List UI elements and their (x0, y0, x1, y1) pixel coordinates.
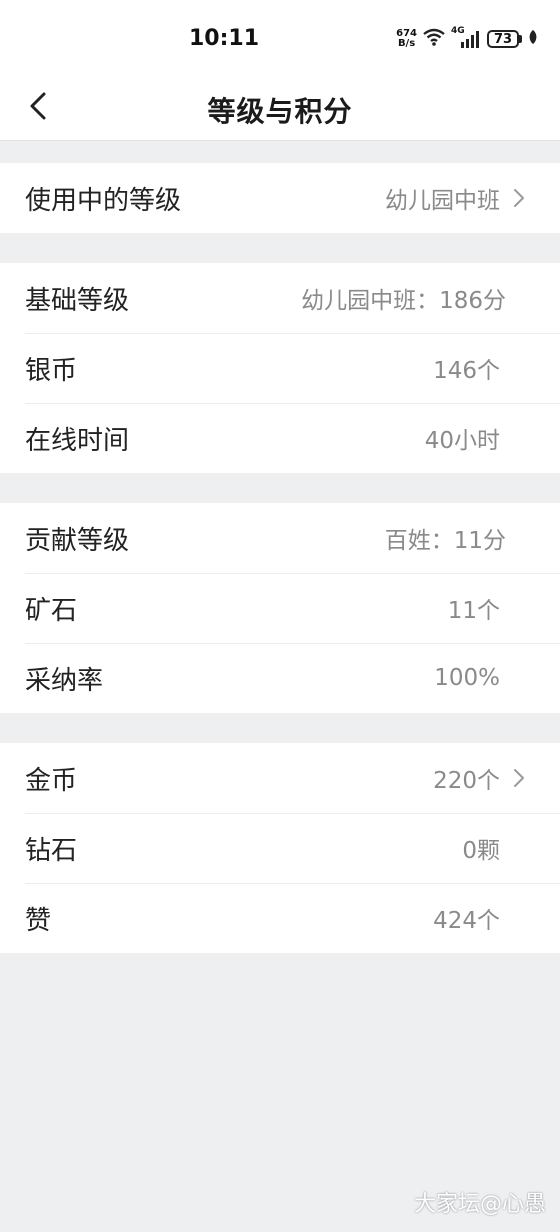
contribution-level-section: 贡献等级 百姓：11分 矿石 11个 采纳率 100% (0, 503, 560, 713)
ore-row: 矿石 11个 (0, 573, 560, 643)
status-bar: 10:11 674 B/s 4G 73 (0, 0, 560, 72)
chevron-right-icon (514, 189, 524, 207)
acceptance-rate-value: 100% (434, 665, 500, 691)
watermark: 大家坛@心愚 (413, 1192, 546, 1217)
network-speed-unit: B/s (397, 38, 416, 49)
contribution-level-value: 百姓：11分 (384, 528, 506, 554)
silver-coin-row: 银币 146个 (0, 333, 560, 403)
leaf-icon (528, 29, 538, 49)
current-level-row[interactable]: 使用中的等级 幼儿园中班 (0, 163, 560, 233)
signal-icon: 4G (451, 26, 481, 48)
acceptance-rate-row: 采纳率 100% (0, 643, 560, 713)
basic-level-section: 基础等级 幼儿园中班：186分 银币 146个 在线时间 40小时 (0, 263, 560, 473)
status-time: 10:11 (188, 26, 260, 51)
chevron-right-icon (514, 769, 524, 787)
assets-section: 金币 220个 钻石 0颗 赞 424个 (0, 743, 560, 953)
battery-icon: 73 (487, 30, 522, 48)
network-speed: 674 B/s (396, 29, 417, 49)
ore-value: 11个 (447, 598, 500, 624)
current-level-value: 幼儿园中班 (385, 188, 500, 214)
contribution-level-row: 贡献等级 百姓：11分 (0, 503, 560, 573)
gold-coin-value: 220个 (433, 768, 500, 794)
nav-bar: 等级与积分 (0, 72, 560, 141)
current-level-section: 使用中的等级 幼儿园中班 (0, 163, 560, 233)
online-time-row: 在线时间 40小时 (0, 403, 560, 473)
battery-level: 73 (487, 30, 519, 48)
like-value: 424个 (433, 908, 500, 934)
wifi-icon (423, 28, 445, 50)
basic-level-value: 幼儿园中班：186分 (301, 288, 506, 314)
gold-coin-row[interactable]: 金币 220个 (0, 743, 560, 813)
basic-level-row: 基础等级 幼儿园中班：186分 (0, 263, 560, 333)
like-row: 赞 424个 (0, 883, 560, 953)
online-time-value: 40小时 (424, 428, 500, 454)
page-title: 等级与积分 (207, 95, 353, 128)
diamond-row: 钻石 0颗 (0, 813, 560, 883)
status-icons: 674 B/s 4G 73 (396, 26, 538, 50)
silver-coin-value: 146个 (433, 358, 500, 384)
network-type: 4G (451, 26, 465, 36)
diamond-value: 0颗 (462, 838, 500, 864)
